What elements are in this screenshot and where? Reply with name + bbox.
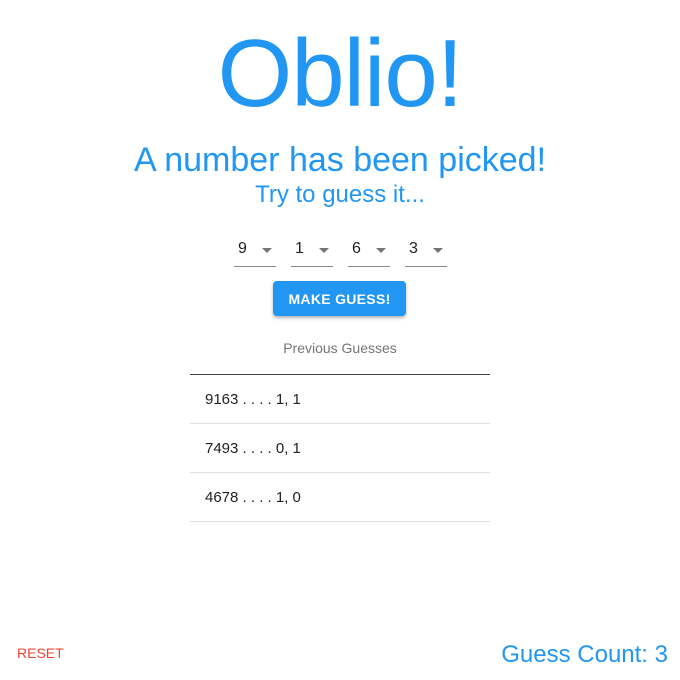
digit-select-4[interactable]: 3 [405,236,447,267]
dropdown-arrow-icon [433,248,443,253]
digit-select-3[interactable]: 6 [348,236,390,267]
hint-message: Try to guess it... [255,181,425,208]
guess-count: Guess Count: 3 [501,641,668,668]
reset-button[interactable]: RESET [17,645,64,661]
digit-value: 6 [352,240,361,257]
status-message: A number has been picked! [133,141,547,179]
list-item: 7493 . . . . 0, 1 [190,424,490,473]
previous-guesses-list: 9163 . . . . 1, 1 7493 . . . . 0, 1 4678… [190,375,490,522]
app-title: Oblio! [217,20,464,127]
list-item: 4678 . . . . 1, 0 [190,473,490,522]
digit-select-1[interactable]: 9 [234,236,276,267]
digit-selectors: 9 1 6 3 [234,236,447,267]
dropdown-arrow-icon [319,248,329,253]
digit-select-2[interactable]: 1 [291,236,333,267]
digit-value: 9 [238,240,247,257]
dropdown-arrow-icon [262,248,272,253]
list-item: 9163 . . . . 1, 1 [190,375,490,424]
dropdown-arrow-icon [376,248,386,253]
previous-guesses-heading: Previous Guesses [283,340,397,356]
digit-value: 1 [295,240,304,257]
make-guess-button[interactable]: MAKE GUESS! [273,281,406,316]
game-page: Oblio! A number has been picked! Try to … [0,0,680,680]
digit-value: 3 [409,240,418,257]
